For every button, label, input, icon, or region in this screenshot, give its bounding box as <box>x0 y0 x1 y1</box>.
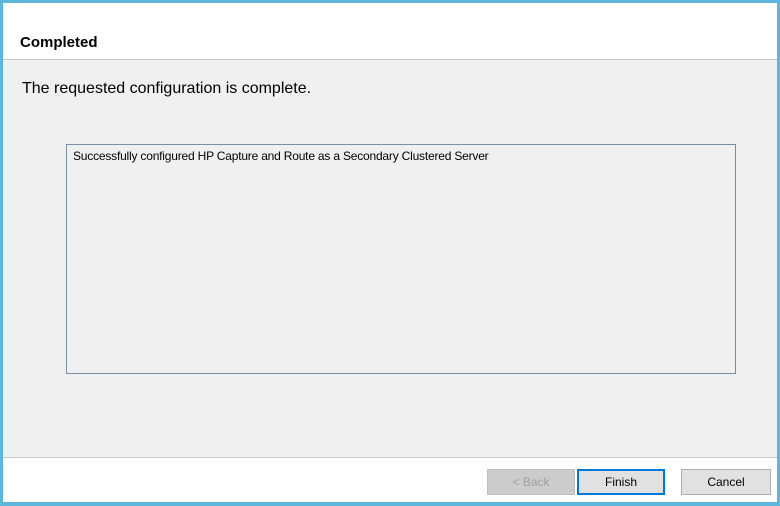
results-textbox[interactable]: Successfully configured HP Capture and R… <box>66 144 736 374</box>
page-title: Completed <box>20 34 98 51</box>
cancel-button[interactable]: Cancel <box>681 469 771 495</box>
wizard-header: Completed <box>3 3 777 60</box>
wizard-content: The requested configuration is complete.… <box>3 60 777 457</box>
wizard-window: Completed The requested configuration is… <box>0 0 780 506</box>
back-button[interactable]: < Back <box>487 469 575 495</box>
results-text: Successfully configured HP Capture and R… <box>73 149 489 163</box>
wizard-footer: < Back Finish Cancel <box>3 457 777 502</box>
finish-button[interactable]: Finish <box>577 469 665 495</box>
completion-description: The requested configuration is complete. <box>22 80 312 97</box>
